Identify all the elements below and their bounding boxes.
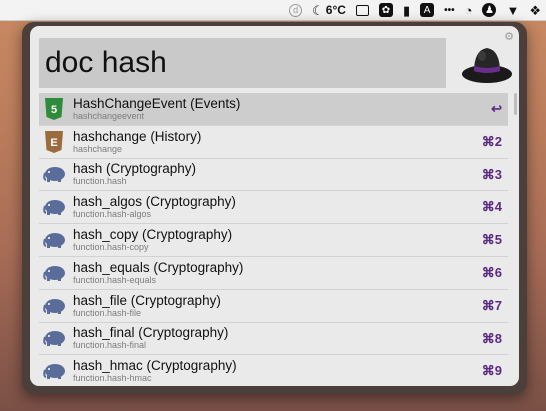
translate-menu-icon[interactable]: A — [415, 0, 439, 20]
result-row[interactable]: hash_hmac (Cryptography) function.hash-h… — [39, 355, 508, 386]
html5-brown-icon: E — [42, 130, 66, 154]
result-row[interactable]: hash_file (Cryptography) function.hash-f… — [39, 290, 508, 323]
result-title: hashchange (History) — [73, 128, 202, 144]
flower-menu-icon[interactable]: ✿ — [374, 0, 398, 20]
php-elephant-icon — [42, 294, 66, 318]
result-title: hash_copy (Cryptography) — [73, 227, 233, 243]
weather-menu-item[interactable]: ☾ 6°C — [307, 0, 351, 20]
php-elephant-icon — [42, 326, 66, 350]
result-title: HashChangeEvent (Events) — [73, 95, 241, 111]
result-row[interactable]: 5 HashChangeEvent (Events) hashchangeeve… — [39, 93, 508, 126]
dots-menu-icon[interactable]: ••• — [439, 0, 460, 20]
search-box[interactable] — [39, 38, 446, 88]
php-elephant-icon — [42, 261, 66, 285]
result-subtitle: function.hash-hmac — [73, 373, 152, 384]
result-row[interactable]: hash (Cryptography) function.hash ⌘3 — [39, 159, 508, 192]
php-elephant-icon — [42, 162, 66, 186]
clipboard-menu-icon[interactable]: ▮ — [398, 0, 415, 20]
dropbox-menu-icon[interactable]: ❖ — [524, 0, 546, 20]
result-shortcut: ↩ — [491, 101, 502, 116]
result-shortcut: ⌘8 — [481, 330, 502, 346]
result-shortcut: ⌘9 — [481, 363, 502, 379]
result-row[interactable]: E hashchange (History) hashchange ⌘2 — [39, 126, 508, 159]
result-subtitle: function.hash — [73, 176, 127, 187]
result-title: hash_hmac (Cryptography) — [73, 358, 237, 374]
bookmark-menu-icon[interactable]: ▼ — [501, 0, 524, 20]
moon-cloud-icon: ☾ — [312, 2, 324, 18]
html5-green-icon: 5 — [42, 97, 66, 121]
launcher-panel: ⚙ 5 HashChangeEvent (Events) hashchangee… — [30, 26, 519, 386]
result-shortcut: ⌘5 — [481, 232, 502, 248]
d-menu-icon[interactable]: d — [284, 0, 307, 20]
window-menu-icon[interactable] — [351, 0, 374, 20]
temperature-label: 6°C — [325, 3, 346, 17]
php-elephant-icon — [42, 359, 66, 383]
clock-menu-icon[interactable]: ◔ — [460, 0, 478, 20]
result-title: hash_equals (Cryptography) — [73, 259, 244, 275]
search-input[interactable] — [39, 38, 446, 88]
svg-text:5: 5 — [51, 104, 57, 116]
php-elephant-icon — [42, 228, 66, 252]
result-title: hash_final (Cryptography) — [73, 325, 229, 341]
alfred-hat-icon — [462, 48, 512, 83]
result-title: hash_algos (Cryptography) — [73, 194, 236, 210]
result-subtitle: function.hash-equals — [73, 274, 157, 285]
result-subtitle: function.hash-file — [73, 307, 142, 318]
result-row[interactable]: hash_equals (Cryptography) function.hash… — [39, 257, 508, 290]
result-subtitle: hashchangeevent — [73, 110, 145, 121]
results-list: 5 HashChangeEvent (Events) hashchangeeve… — [39, 93, 508, 386]
menu-bar: d ☾ 6°C ✿ ▮ A ••• ◔ ♟ ▼ ❖ — [0, 0, 546, 21]
php-elephant-icon — [42, 195, 66, 219]
result-subtitle: hashchange — [73, 143, 123, 154]
user-menu-icon[interactable]: ♟ — [477, 0, 501, 20]
scrollbar[interactable] — [514, 93, 517, 115]
result-shortcut: ⌘6 — [481, 264, 502, 280]
result-row[interactable]: hash_final (Cryptography) function.hash-… — [39, 323, 508, 356]
result-row[interactable]: hash_algos (Cryptography) function.hash-… — [39, 191, 508, 225]
result-subtitle: function.hash-final — [73, 340, 147, 351]
svg-text:E: E — [50, 137, 57, 149]
launcher-window: ⚙ 5 HashChangeEvent (Events) hashchangee… — [22, 22, 527, 394]
result-shortcut: ⌘4 — [481, 199, 502, 215]
result-title: hash_file (Cryptography) — [73, 292, 221, 308]
result-row[interactable]: hash_copy (Cryptography) function.hash-c… — [39, 224, 508, 257]
result-shortcut: ⌘7 — [481, 297, 502, 313]
result-subtitle: function.hash-algos — [73, 209, 152, 220]
result-shortcut: ⌘2 — [481, 133, 502, 149]
result-shortcut: ⌘3 — [481, 166, 502, 182]
result-subtitle: function.hash-copy — [73, 242, 149, 253]
result-title: hash (Cryptography) — [73, 161, 197, 177]
